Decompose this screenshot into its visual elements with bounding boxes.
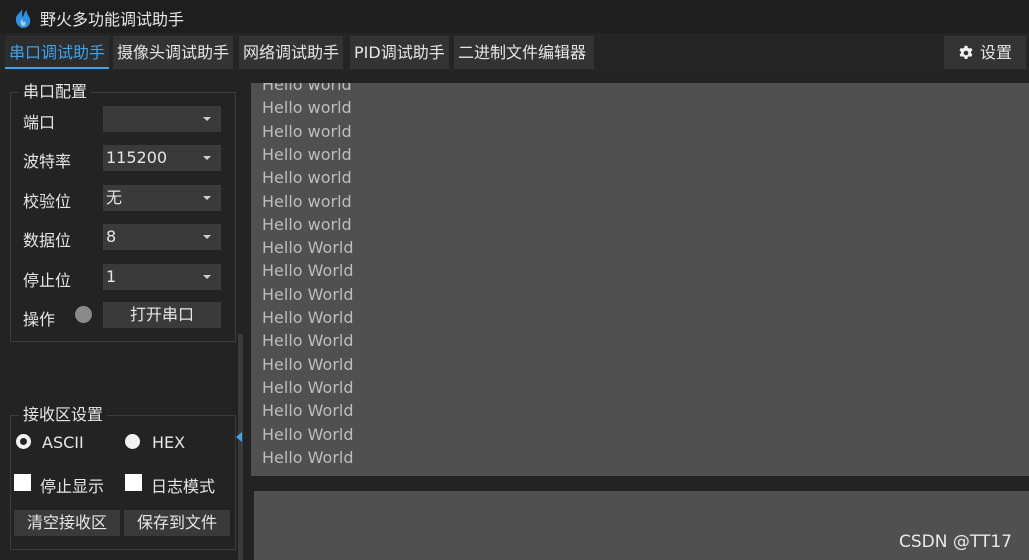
stop-display-checkbox[interactable] [14,474,31,491]
databits-select[interactable]: 8 [103,224,221,250]
chevron-down-icon [203,156,211,160]
receive-line: Hello World [262,424,354,444]
baud-value: 115200 [106,148,168,167]
log-mode-label: 日志模式 [151,477,216,496]
watermark: CSDN @TT17 [899,532,1012,552]
chevron-down-icon [203,235,211,239]
parity-label: 校验位 [23,192,72,211]
receive-line: Hello World [262,284,354,304]
tab-binary-editor[interactable]: 二进制文件编辑器 [454,36,594,69]
log-mode-checkbox[interactable] [125,474,142,491]
chevron-down-icon [203,117,211,121]
receive-line: Hello World [262,308,354,327]
receive-line: Hello World [262,261,354,281]
flame-icon [15,6,31,28]
receive-line: Hello world [262,83,352,94]
parity-value: 无 [106,188,123,207]
receive-line: Hello World [262,401,354,421]
receive-line: Hello world [262,144,352,164]
chevron-down-icon [203,275,211,279]
databits-label: 数据位 [23,231,72,250]
port-select[interactable] [103,106,221,132]
open-port-button[interactable]: 打开串口 [103,302,221,328]
serial-config-title: 串口配置 [19,83,92,101]
port-label: 端口 [23,113,56,132]
receive-line: Hello world [262,168,352,188]
gear-icon [959,45,973,59]
clear-recv-button[interactable]: 清空接收区 [14,510,120,536]
chevron-down-icon [203,196,211,200]
receive-line: Hello World [262,354,354,374]
ascii-radio[interactable] [16,434,31,449]
tab-serial-assistant[interactable]: 串口调试助手 [5,36,109,69]
parity-select[interactable]: 无 [103,185,221,211]
receive-line: Hello world [262,98,352,118]
stopbits-label: 停止位 [23,271,72,290]
hex-label: HEX [152,433,186,452]
panel-splitter[interactable] [238,334,243,560]
status-indicator [75,306,92,323]
tab-pid-assistant[interactable]: PID调试助手 [350,36,449,69]
tab-camera-assistant[interactable]: 摄像头调试助手 [113,36,233,69]
stop-display-label: 停止显示 [40,477,105,496]
databits-value: 8 [106,227,117,246]
receive-area[interactable]: Hello world Hello world Hello world Hello w… [251,83,1029,476]
receive-line: Hello World [262,447,354,467]
stopbits-select[interactable]: 1 [103,264,221,290]
save-file-button[interactable]: 保存到文件 [124,510,230,536]
baud-select[interactable]: 115200 [103,145,221,171]
app-title: 野火多功能调试助手 [40,10,185,29]
receive-line: Hello world [262,214,352,234]
settings-label: 设置 [980,43,1013,62]
receive-line: Hello World [262,238,354,258]
baud-label: 波特率 [23,152,72,171]
stopbits-value: 1 [106,267,117,286]
collapse-arrow-icon[interactable] [236,432,242,442]
tab-network-assistant[interactable]: 网络调试助手 [239,36,343,69]
hex-radio[interactable] [125,434,140,449]
receive-line: Hello World [262,331,354,351]
receive-line: Hello world [262,121,352,141]
operation-label: 操作 [23,310,56,329]
settings-button[interactable]: 设置 [944,36,1026,69]
ascii-label: ASCII [42,433,84,452]
receive-line: Hello world [262,191,352,211]
receive-line: Hello World [262,377,354,397]
recv-config-title: 接收区设置 [19,406,108,424]
